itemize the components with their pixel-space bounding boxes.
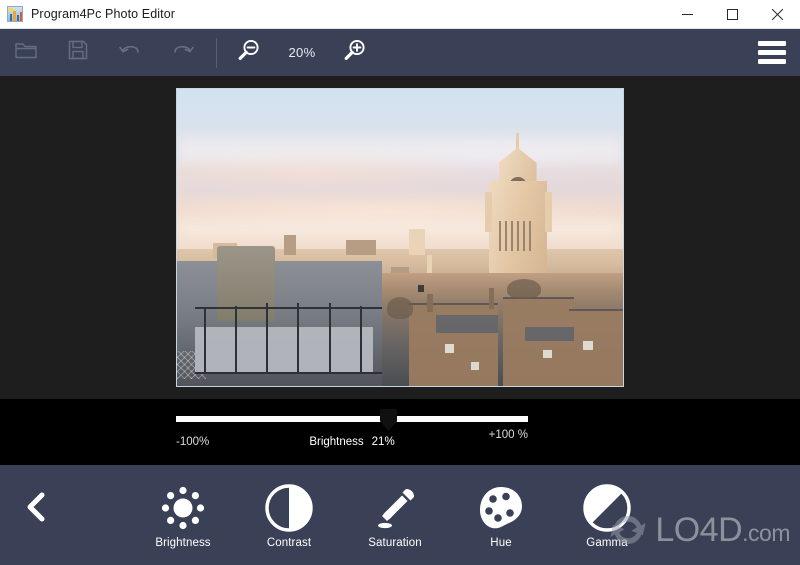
photo-railing bbox=[359, 305, 362, 375]
diagonal-circle-icon bbox=[582, 481, 632, 535]
photo-frame[interactable] bbox=[176, 88, 624, 387]
save-icon bbox=[68, 40, 88, 65]
zoom-level-label: 20% bbox=[288, 45, 316, 60]
adjustment-slider-bar: -100% Brightness 21% +100 % bbox=[0, 399, 800, 465]
edited-photo bbox=[177, 89, 623, 386]
back-chevron-icon bbox=[23, 491, 49, 528]
window-title: Program4Pc Photo Editor bbox=[31, 7, 176, 21]
adjustment-name: Brightness bbox=[309, 436, 364, 448]
save-file-button[interactable] bbox=[52, 29, 104, 76]
palette-icon bbox=[476, 481, 526, 535]
photo-rowhouse bbox=[569, 308, 623, 386]
undo-icon bbox=[118, 41, 142, 65]
close-button[interactable] bbox=[755, 0, 800, 29]
eyedropper-icon bbox=[370, 481, 420, 535]
toolbar-divider bbox=[216, 37, 217, 68]
photo-building bbox=[408, 228, 425, 256]
photo-roof bbox=[524, 326, 574, 342]
redo-icon bbox=[171, 41, 194, 65]
tool-gamma[interactable]: Gamma bbox=[554, 465, 660, 565]
tool-label: Brightness bbox=[155, 537, 211, 549]
photo-building bbox=[346, 240, 377, 256]
photo-tower-column bbox=[510, 221, 513, 251]
photo-railing bbox=[194, 306, 383, 309]
title-bar: Program4Pc Photo Editor bbox=[0, 0, 800, 29]
image-canvas[interactable] bbox=[0, 76, 800, 399]
main-toolbar: 20% bbox=[0, 29, 800, 76]
slider-max-label: +100 % bbox=[488, 429, 528, 441]
photo-railing bbox=[203, 308, 206, 375]
tool-brightness[interactable]: Brightness bbox=[130, 465, 236, 565]
brightness-slider-thumb[interactable] bbox=[380, 409, 397, 431]
photo-window bbox=[471, 362, 480, 371]
photo-railing bbox=[234, 305, 237, 375]
photo-building bbox=[284, 234, 297, 256]
redo-button[interactable] bbox=[156, 29, 208, 76]
photo-tree bbox=[386, 296, 413, 319]
title-bar-left: Program4Pc Photo Editor bbox=[0, 6, 665, 22]
app-logo-icon bbox=[7, 6, 23, 22]
tool-label: Saturation bbox=[368, 537, 422, 549]
back-button[interactable] bbox=[14, 487, 58, 531]
photo-railing bbox=[297, 302, 300, 375]
adjustment-tool-list: Brightness Contrast Saturation Hue Gamma bbox=[130, 465, 695, 565]
photo-tree bbox=[507, 279, 542, 300]
photo-tower-turret bbox=[544, 191, 552, 233]
photo-rowhouse bbox=[502, 296, 574, 386]
hamburger-bar-2 bbox=[758, 50, 786, 55]
tool-contrast[interactable]: Contrast bbox=[236, 465, 342, 565]
photo-railing bbox=[194, 372, 383, 375]
undo-button[interactable] bbox=[104, 29, 156, 76]
photo-tower-column bbox=[516, 221, 519, 251]
photo-window bbox=[542, 350, 552, 359]
menu-button[interactable] bbox=[758, 41, 786, 64]
photo-window bbox=[417, 285, 424, 293]
photo-tower-column bbox=[528, 221, 531, 251]
zoom-in-button[interactable] bbox=[329, 29, 381, 76]
zoom-out-button[interactable] bbox=[223, 29, 275, 76]
tool-hue[interactable]: Hue bbox=[448, 465, 554, 565]
zoom-out-icon bbox=[237, 38, 261, 67]
tool-label: Gamma bbox=[586, 537, 628, 549]
sun-icon bbox=[157, 481, 209, 535]
photo-window bbox=[582, 341, 593, 351]
hamburger-bar-1 bbox=[758, 41, 786, 46]
photo-tower-column bbox=[504, 221, 507, 251]
hamburger-bar-3 bbox=[758, 59, 786, 64]
photo-editor-window: Program4Pc Photo Editor 20% -100% Bright… bbox=[0, 0, 800, 565]
window-controls bbox=[665, 0, 800, 29]
photo-chimney bbox=[489, 287, 495, 309]
adjustment-value: 21% bbox=[371, 436, 395, 448]
photo-roof bbox=[435, 314, 499, 333]
photo-tower-column bbox=[522, 221, 525, 251]
open-file-button[interactable] bbox=[0, 29, 52, 76]
photo-railing bbox=[266, 302, 269, 375]
open-folder-icon bbox=[15, 41, 37, 65]
photo-deck bbox=[194, 326, 374, 375]
tool-label: Hue bbox=[490, 537, 512, 549]
photo-window bbox=[444, 344, 454, 354]
minimize-button[interactable] bbox=[665, 0, 710, 29]
brightness-slider-track[interactable] bbox=[176, 416, 528, 422]
photo-chimney bbox=[426, 293, 433, 312]
tool-saturation[interactable]: Saturation bbox=[342, 465, 448, 565]
tool-label: Contrast bbox=[266, 537, 312, 549]
photo-railing bbox=[328, 302, 331, 375]
zoom-in-icon bbox=[343, 38, 367, 67]
photo-tower-turret bbox=[484, 191, 492, 233]
half-circle-icon bbox=[264, 481, 314, 535]
maximize-button[interactable] bbox=[710, 0, 755, 29]
photo-tower-column bbox=[498, 221, 501, 251]
